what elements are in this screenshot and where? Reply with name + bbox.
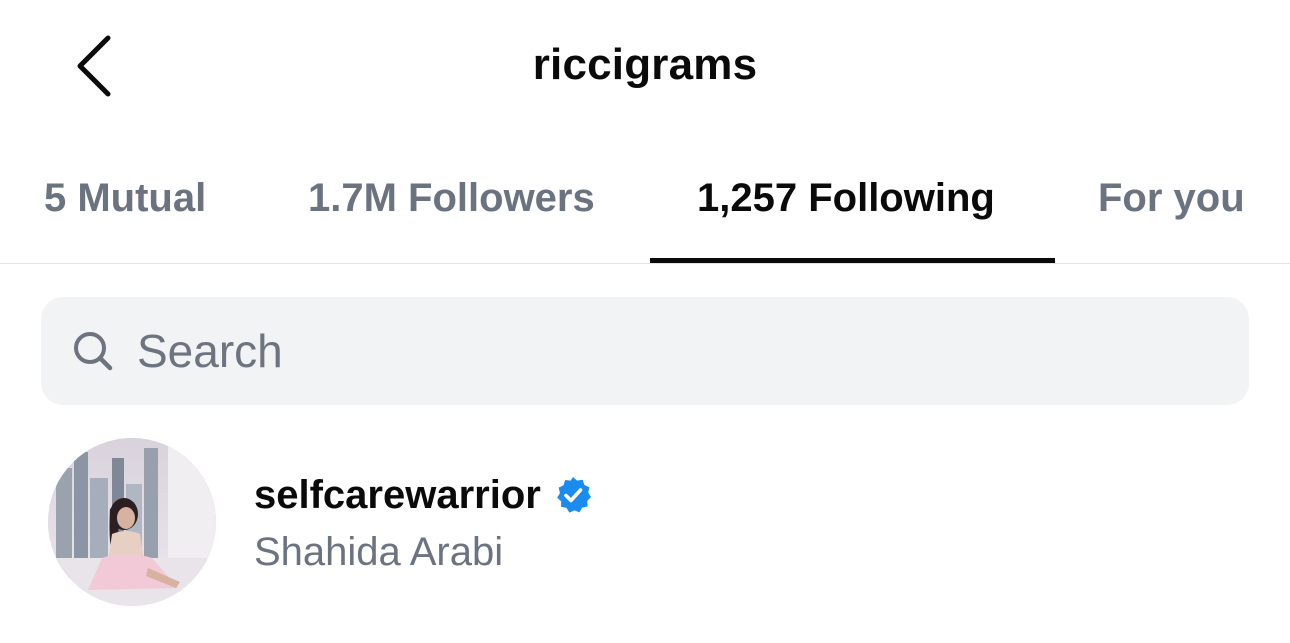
avatar[interactable] bbox=[48, 438, 216, 606]
search-bar[interactable] bbox=[41, 297, 1249, 405]
tab-mutual[interactable]: 5 Mutual bbox=[44, 176, 206, 221]
page-title: riccigrams bbox=[532, 40, 758, 89]
tab-followers[interactable]: 1.7M Followers bbox=[308, 176, 595, 221]
tab-following[interactable]: 1,257 Following bbox=[697, 176, 995, 221]
search-input[interactable] bbox=[137, 321, 1217, 381]
account-list-item[interactable]: selfcarewarrior Shahida Arabi bbox=[0, 432, 1290, 612]
header: riccigrams bbox=[0, 0, 1290, 140]
tab-for-you[interactable]: For you bbox=[1098, 176, 1245, 221]
verified-badge-icon bbox=[557, 477, 591, 513]
account-full-name: Shahida Arabi bbox=[254, 530, 504, 574]
username-row: selfcarewarrior bbox=[254, 470, 593, 520]
account-username[interactable]: selfcarewarrior bbox=[254, 473, 541, 518]
search-icon bbox=[74, 332, 113, 371]
active-tab-indicator bbox=[650, 258, 1055, 263]
tab-bar: 5 Mutual 1.7M Followers 1,257 Following … bbox=[0, 140, 1290, 264]
